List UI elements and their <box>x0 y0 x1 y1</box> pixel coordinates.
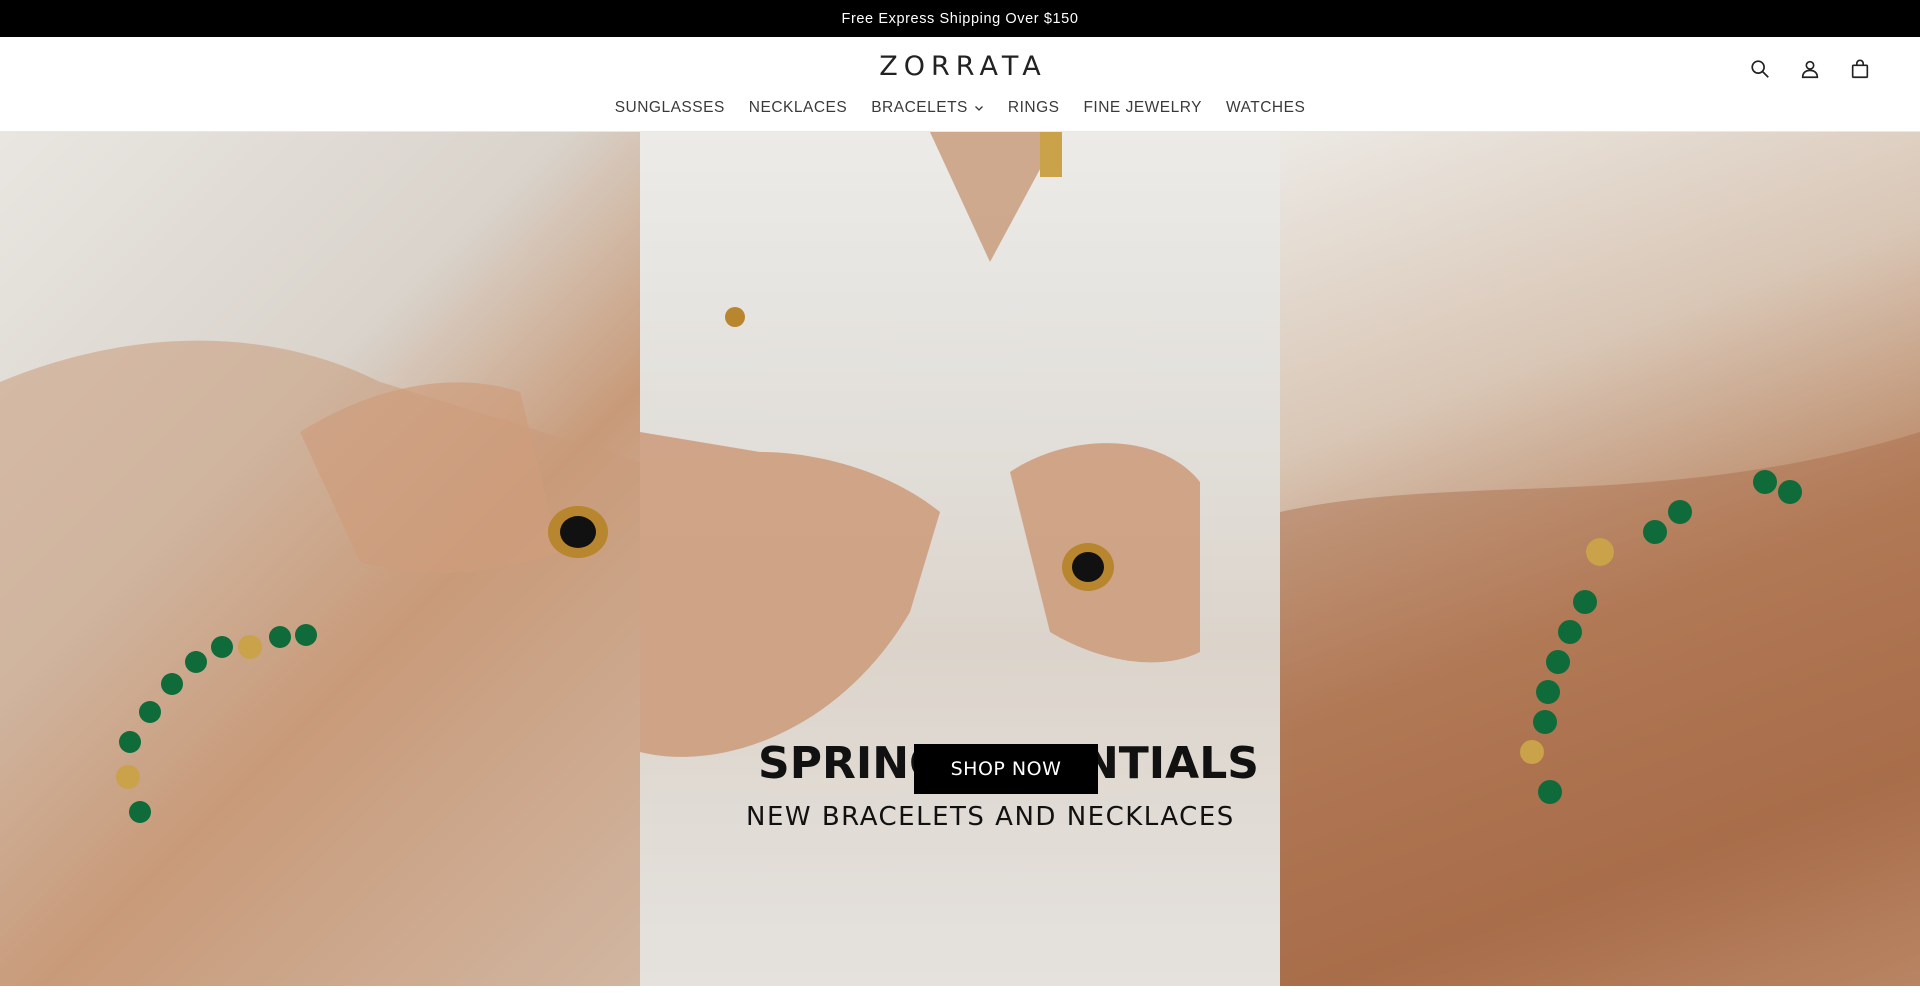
cart-icon[interactable] <box>1848 57 1872 81</box>
hero-image-right <box>1280 132 1920 986</box>
nav-item-sunglasses[interactable]: SUNGLASSES <box>615 100 725 116</box>
nav-label: FINE JEWELRY <box>1083 99 1203 116</box>
hero-photo-center-illustration <box>640 132 1200 757</box>
account-icon[interactable] <box>1798 57 1822 81</box>
nav-item-rings[interactable]: RINGS <box>1008 100 1060 116</box>
nav-label: BRACELETS <box>871 99 968 116</box>
logo-text[interactable]: ZORRATA <box>873 53 1046 80</box>
nav-label: NECKLACES <box>748 99 848 116</box>
logo[interactable]: ZORRATA <box>0 53 1920 80</box>
main-nav: SUNGLASSES NECKLACES BRACELETS RINGS FIN… <box>0 100 1920 116</box>
search-icon[interactable] <box>1748 57 1772 81</box>
nav-item-bracelets[interactable]: BRACELETS <box>871 100 984 116</box>
shop-now-button[interactable]: SHOP NOW <box>914 744 1098 794</box>
hero-image-center <box>640 132 1280 986</box>
chevron-down-icon <box>974 106 983 111</box>
nav-item-necklaces[interactable]: NECKLACES <box>749 100 847 116</box>
hero-photo-right-illustration <box>1280 432 1920 986</box>
announcement-bar: Free Express Shipping Over $150 <box>0 0 1920 37</box>
hero-photo-left-illustration <box>0 340 640 986</box>
hero-image-left <box>0 132 640 986</box>
hero-banner[interactable]: SPRING ESSENTIALS NEW BRACELETS AND NECK… <box>0 132 1920 986</box>
nav-label: WATCHES <box>1226 99 1306 116</box>
header-icons <box>1748 57 1872 81</box>
hero-subtitle: NEW BRACELETS AND NECKLACES <box>746 802 1235 832</box>
nav-item-watches[interactable]: WATCHES <box>1226 100 1305 116</box>
site-header: ZORRATA SUNGLASSES NECKLACES BRACELETS R… <box>0 37 1920 132</box>
nav-item-fine-jewelry[interactable]: FINE JEWELRY <box>1083 100 1202 116</box>
announcement-text: Free Express Shipping Over $150 <box>841 10 1079 27</box>
nav-label: SUNGLASSES <box>614 99 725 116</box>
nav-label: RINGS <box>1007 99 1060 116</box>
